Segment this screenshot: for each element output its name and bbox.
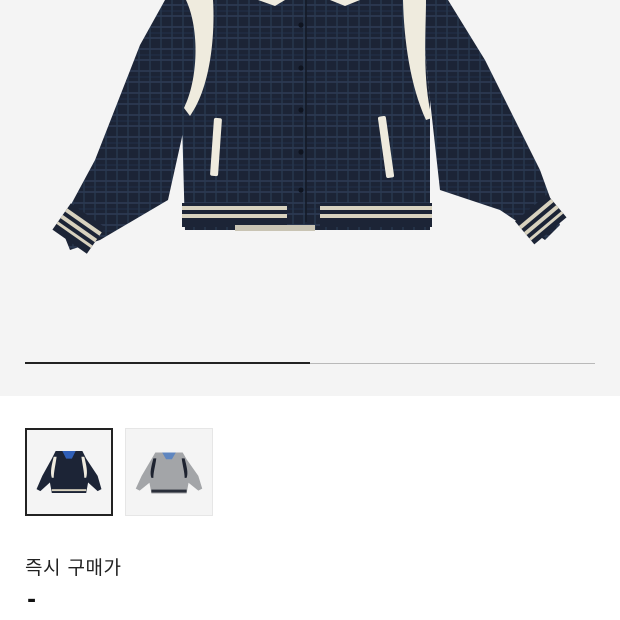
thumbnail-list: [25, 428, 213, 516]
instant-buy-price-label: 즉시 구매가: [25, 557, 122, 579]
thumbnail-grey-jacket[interactable]: [125, 428, 213, 516]
gallery-progress-track: [25, 362, 595, 364]
grey-jacket-thumb-image: [135, 452, 203, 494]
gallery-progress-fill: [25, 362, 310, 364]
thumbnail-navy-jacket[interactable]: [25, 428, 113, 516]
jacket-image: [52, 0, 567, 254]
navy-jacket-thumb-image: [36, 451, 102, 493]
product-image-area[interactable]: [0, 0, 620, 396]
instant-buy-price-value: -: [27, 588, 37, 613]
